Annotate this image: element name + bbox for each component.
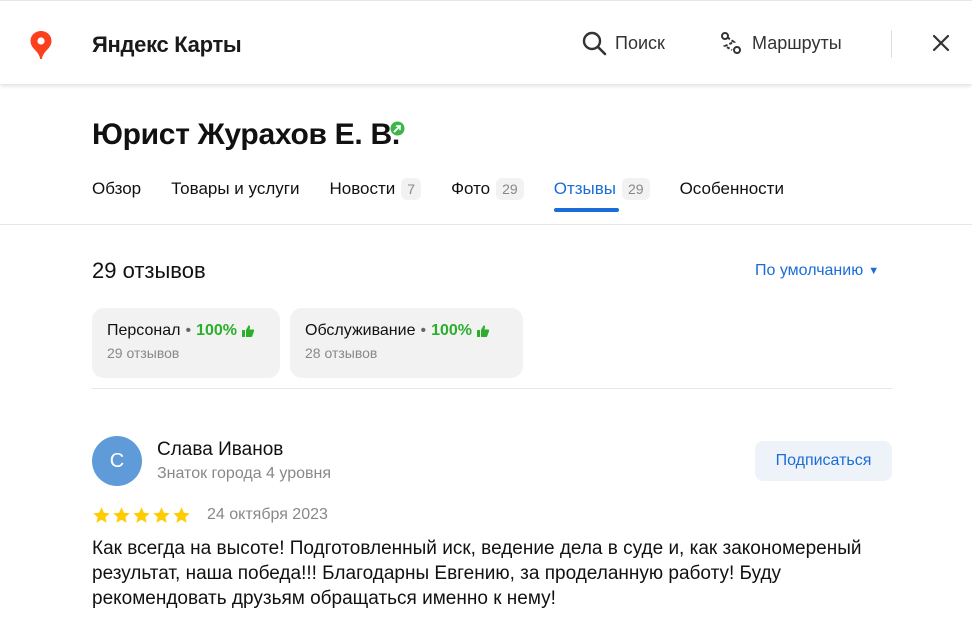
sort-label: По умолчанию bbox=[755, 262, 864, 279]
active-tab-indicator bbox=[553, 208, 619, 212]
aspect-filter-staff[interactable]: Персонал • 100% 29 отзывов bbox=[92, 308, 280, 378]
tab-photos[interactable]: Фото 29 bbox=[451, 174, 524, 204]
tab-bar: Обзор Товары и услуги Новости 7 Фото 29 … bbox=[92, 174, 814, 212]
tab-label: Отзывы bbox=[553, 179, 616, 198]
separator-dot: • bbox=[420, 322, 427, 339]
aspect-count: 29 отзывов bbox=[107, 345, 180, 361]
star-icon bbox=[93, 507, 110, 523]
caret-down-icon: ▼ bbox=[868, 265, 880, 277]
aspect-count: 28 отзывов bbox=[305, 345, 378, 361]
search-icon bbox=[582, 31, 607, 56]
avatar-letter: С bbox=[109, 449, 125, 472]
search-button[interactable]: Поиск bbox=[581, 29, 665, 57]
sort-dropdown[interactable]: По умолчанию ▼ bbox=[755, 262, 879, 280]
verified-badge-icon[interactable] bbox=[390, 121, 405, 136]
review-author-name[interactable]: Слава Иванов bbox=[157, 439, 283, 461]
subscribe-label: Подписаться bbox=[775, 452, 872, 469]
aspect-percent: 100% bbox=[196, 322, 237, 339]
star-icon bbox=[133, 507, 150, 523]
separator-dot: • bbox=[185, 322, 192, 339]
tab-goods-and-services[interactable]: Товары и услуги bbox=[171, 174, 299, 204]
routes-label: Маршруты bbox=[752, 32, 842, 53]
tab-label: Новости bbox=[329, 179, 396, 198]
subscribe-button[interactable]: Подписаться bbox=[755, 441, 892, 481]
tab-reviews[interactable]: Отзывы 29 bbox=[553, 174, 650, 212]
top-bar: Яндекс Карты Поиск Маршруты bbox=[0, 0, 972, 84]
thumbs-up-icon bbox=[241, 325, 255, 337]
tab-label: Товары и услуги bbox=[171, 179, 300, 198]
header-divider bbox=[891, 30, 892, 58]
close-icon[interactable] bbox=[930, 32, 952, 54]
review-author-level: Знаток города 4 уровня bbox=[157, 465, 332, 482]
aspect-name: Обслуживание bbox=[305, 322, 416, 339]
organization-title: Юрист Журахов Е. В. bbox=[92, 118, 400, 151]
tab-count-badge: 29 bbox=[496, 178, 524, 200]
tab-label: Особенности bbox=[679, 179, 784, 198]
thumbs-up-icon bbox=[477, 325, 490, 337]
star-icon bbox=[113, 507, 130, 523]
aspects-divider bbox=[92, 388, 892, 389]
tab-label: Фото bbox=[451, 179, 491, 198]
tab-count-badge: 29 bbox=[622, 178, 650, 200]
review-date: 24 октября 2023 bbox=[207, 506, 328, 523]
map-pin-icon[interactable] bbox=[29, 30, 53, 60]
tab-label: Обзор bbox=[92, 179, 142, 198]
avatar[interactable]: С bbox=[92, 436, 142, 486]
rating-stars bbox=[92, 506, 192, 525]
tab-count-badge: 7 bbox=[401, 178, 422, 200]
tabs-divider bbox=[0, 224, 972, 225]
routes-button[interactable]: Маршруты bbox=[718, 29, 842, 57]
review-text: Как всегда на высоте! Подготовленный иск… bbox=[92, 538, 862, 609]
reviews-count-heading: 29 отзывов bbox=[92, 258, 206, 283]
tab-overview[interactable]: Обзор bbox=[92, 174, 141, 204]
app-title[interactable]: Яндекс Карты bbox=[92, 32, 242, 58]
search-label: Поиск bbox=[615, 32, 665, 53]
star-icon bbox=[173, 507, 190, 523]
aspect-percent: 100% bbox=[431, 322, 473, 339]
route-icon bbox=[721, 32, 741, 54]
aspect-name: Персонал bbox=[107, 322, 181, 339]
aspect-filter-service[interactable]: Обслуживание • 100% 28 отзывов bbox=[290, 308, 523, 378]
tab-features[interactable]: Особенности bbox=[680, 174, 784, 204]
tab-news[interactable]: Новости 7 bbox=[329, 174, 422, 204]
star-icon bbox=[153, 507, 170, 523]
